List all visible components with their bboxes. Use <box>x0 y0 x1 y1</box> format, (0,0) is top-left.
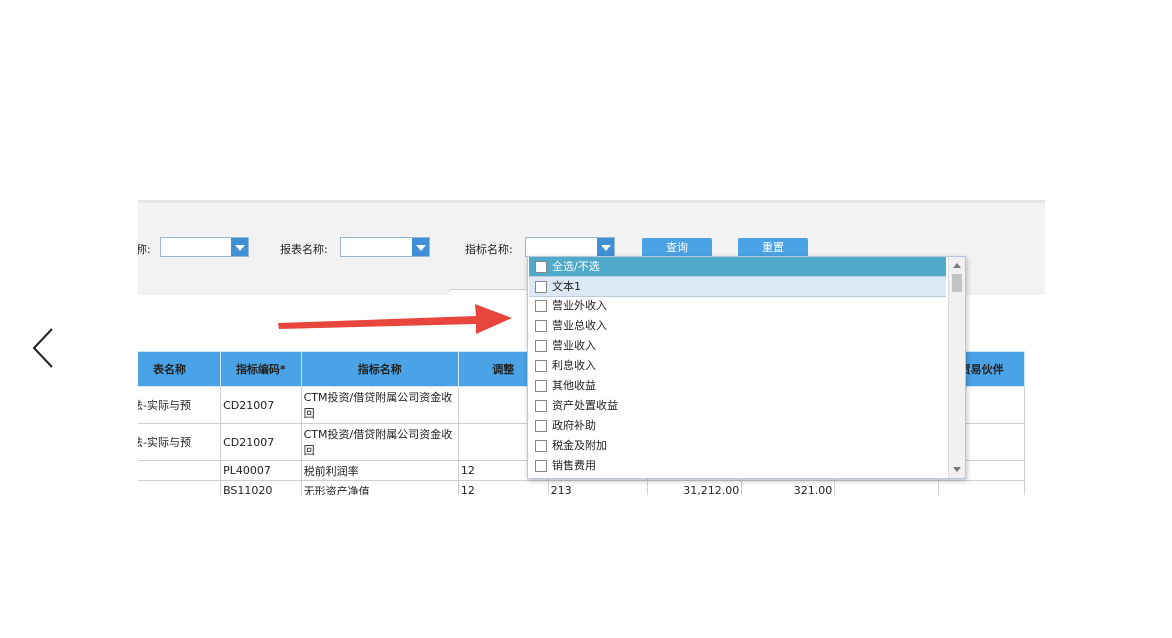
indicator-dropdown-list[interactable]: 全选/不选 文本1 营业外收入 营业总收入 营业收入 利息收入 其他收益 资产处… <box>527 256 966 479</box>
table-cell[interactable]: 321.00 <box>741 480 836 495</box>
partial-filter-combo[interactable] <box>160 237 249 257</box>
scroll-down-icon[interactable] <box>953 467 961 472</box>
table-cell[interactable]: 无形资产净值 <box>300 480 459 495</box>
dropdown-option[interactable]: 营业总收入 <box>529 316 946 335</box>
indicator-name-combo[interactable] <box>525 237 615 257</box>
reset-button[interactable]: 重置 <box>738 238 808 258</box>
red-arrow-icon <box>278 304 512 334</box>
table-cell[interactable]: 税前利润率 <box>300 460 459 481</box>
chevron-down-icon[interactable] <box>231 238 248 256</box>
table-cell[interactable]: CD21007 <box>220 423 302 461</box>
checkbox[interactable] <box>535 300 547 312</box>
table-cell[interactable]: 12 <box>457 480 549 495</box>
dropdown-scrollbar[interactable] <box>948 257 965 478</box>
table-cell[interactable]: CD21007 <box>220 386 302 424</box>
select-all-option[interactable]: 全选/不选 <box>529 257 946 276</box>
checkbox[interactable] <box>535 380 547 392</box>
table-cell[interactable] <box>834 480 940 495</box>
table-row[interactable]: 表 BS11020 无形资产净值 12 213 31,212.00 321.00 <box>138 480 1025 495</box>
table-cell[interactable]: CTM投资/借贷附属公司资金收回 <box>300 386 459 424</box>
column-header[interactable]: 指标名称 <box>300 351 459 387</box>
scroll-thumb[interactable] <box>952 274 962 292</box>
table-cell[interactable]: 表 <box>138 460 222 481</box>
table-cell[interactable]: CTM投资/借贷附属公司资金收回 <box>300 423 459 461</box>
dropdown-option[interactable]: 税金及附加 <box>529 436 946 455</box>
chevron-down-icon[interactable] <box>412 238 429 256</box>
table-cell[interactable]: BS11020 <box>220 480 302 495</box>
checkbox[interactable] <box>535 261 547 273</box>
checkbox[interactable] <box>535 400 547 412</box>
report-name-label: 报表名称: <box>280 243 328 256</box>
table-cell[interactable]: PL40007 <box>220 460 302 481</box>
table-cell[interactable]: 213 <box>547 480 649 495</box>
checkbox[interactable] <box>535 420 547 432</box>
checkbox[interactable] <box>535 460 547 472</box>
dropdown-option[interactable]: 其他收益 <box>529 376 946 395</box>
table-cell[interactable]: 31,212.00 <box>647 480 743 495</box>
checkbox[interactable] <box>535 320 547 332</box>
collapse-handle[interactable] <box>448 289 528 296</box>
dropdown-option[interactable]: 文本1 <box>529 276 946 297</box>
checkbox[interactable] <box>535 360 547 372</box>
scroll-up-icon[interactable] <box>953 263 961 268</box>
partial-filter-label: 称: <box>138 243 151 256</box>
table-cell[interactable]: 表 <box>138 480 222 495</box>
chevron-left-icon[interactable] <box>30 326 60 370</box>
column-header[interactable]: 指标编码* <box>220 351 302 387</box>
table-cell[interactable]: 变法-实际与预 <box>138 386 222 424</box>
dropdown-option[interactable]: 资产处置收益 <box>529 396 946 415</box>
column-header[interactable]: 表名称 <box>138 351 222 387</box>
dropdown-option[interactable]: 营业收入 <box>529 336 946 355</box>
dropdown-option[interactable]: 营业外收入 <box>529 296 946 315</box>
table-cell[interactable]: 变法-实际与预 <box>138 423 222 461</box>
dropdown-option[interactable]: 利息收入 <box>529 356 946 375</box>
checkbox[interactable] <box>535 281 547 293</box>
chevron-down-icon[interactable] <box>597 238 614 256</box>
checkbox[interactable] <box>535 440 547 452</box>
table-cell[interactable] <box>938 480 1025 495</box>
report-name-combo[interactable] <box>340 237 430 257</box>
query-button[interactable]: 查询 <box>642 238 712 258</box>
checkbox[interactable] <box>535 340 547 352</box>
dropdown-option[interactable]: 政府补助 <box>529 416 946 435</box>
indicator-name-label: 指标名称: <box>465 243 513 256</box>
dropdown-option[interactable]: 销售费用 <box>529 456 946 475</box>
